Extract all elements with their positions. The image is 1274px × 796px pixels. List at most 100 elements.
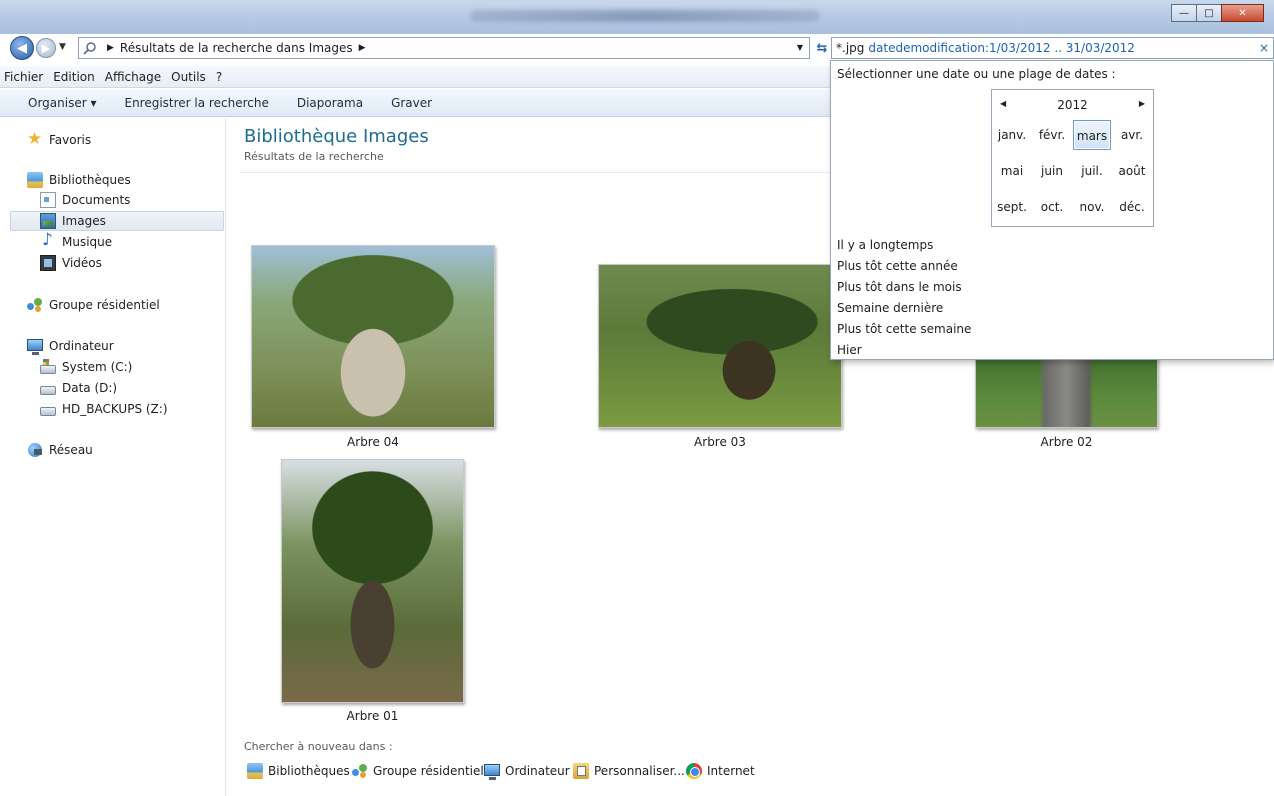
popup-title: Sélectionner une date ou une plage de da… <box>837 67 1116 81</box>
system-drive-icon <box>40 359 56 374</box>
image-caption[interactable]: Arbre 02 <box>975 435 1158 449</box>
recent-pages-dropdown[interactable]: ▼ <box>59 42 66 52</box>
film-icon <box>40 255 56 271</box>
month-sep[interactable]: sept. <box>993 192 1031 222</box>
window-title-bar: — □ ✕ <box>0 0 1274 34</box>
nav-drive-c[interactable]: System (C:) <box>40 357 132 377</box>
custom-folder-icon <box>573 763 589 779</box>
header-divider <box>240 172 830 173</box>
month-oct[interactable]: oct. <box>1033 192 1071 222</box>
month-aug[interactable]: août <box>1113 156 1151 186</box>
image-thumbnail-arbre-02[interactable] <box>975 350 1158 428</box>
nav-videos[interactable]: Vidéos <box>40 253 102 273</box>
nav-music[interactable]: Musique <box>40 230 113 252</box>
nav-computer[interactable]: Ordinateur <box>27 336 114 356</box>
nav-label: Musique <box>62 235 113 249</box>
nav-drive-d[interactable]: Data (D:) <box>40 378 117 398</box>
image-caption[interactable]: Arbre 03 <box>598 435 842 449</box>
chrome-icon <box>686 763 702 779</box>
close-button[interactable]: ✕ <box>1221 4 1264 22</box>
pictures-icon <box>40 213 56 229</box>
nav-label: Ordinateur <box>49 339 114 353</box>
image-caption[interactable]: Arbre 01 <box>281 709 464 723</box>
month-apr[interactable]: avr. <box>1113 120 1151 150</box>
breadcrumb-search-results[interactable]: Résultats de la recherche dans Images <box>120 41 353 55</box>
maximize-button[interactable]: □ <box>1196 4 1222 22</box>
image-thumbnail-arbre-04[interactable] <box>251 245 495 428</box>
nav-label: Groupe résidentiel <box>49 298 160 312</box>
search-again-internet[interactable]: Internet <box>686 762 755 780</box>
preset-yesterday[interactable]: Hier <box>837 343 862 357</box>
document-icon <box>40 192 56 208</box>
image-thumbnail-arbre-03[interactable] <box>598 264 842 428</box>
address-bar[interactable]: ▶ Résultats de la recherche dans Images … <box>78 37 810 59</box>
menu-help[interactable]: ? <box>216 70 222 84</box>
menu-tools[interactable]: Outils <box>171 70 206 84</box>
forward-button[interactable]: ▶ <box>36 38 56 58</box>
search-date-filter: datedemodification:1/03/2012 .. 31/03/20… <box>868 41 1135 55</box>
clear-search-icon[interactable]: × <box>1259 41 1269 55</box>
organize-button[interactable]: Organiser ▾ <box>28 96 96 110</box>
nav-documents[interactable]: Documents <box>40 190 130 210</box>
library-title: Bibliothèque Images <box>244 126 429 147</box>
homegroup-icon <box>27 297 43 313</box>
search-again-label-text: Internet <box>707 764 755 778</box>
nav-label: Bibliothèques <box>49 173 131 187</box>
library-subtitle: Résultats de la recherche <box>244 150 384 163</box>
star-icon <box>27 129 43 149</box>
search-location-icon <box>83 41 97 55</box>
search-again-libraries[interactable]: Bibliothèques <box>247 762 350 780</box>
minimize-button[interactable]: — <box>1171 4 1197 22</box>
preset-earlier-this-week[interactable]: Plus tôt cette semaine <box>837 322 971 336</box>
nav-label: Vidéos <box>62 256 102 270</box>
network-icon <box>27 442 43 458</box>
back-button[interactable]: ◀ <box>10 36 34 60</box>
homegroup-icon <box>352 763 368 779</box>
search-input[interactable]: *.jpg datedemodification:1/03/2012 .. 31… <box>831 37 1274 59</box>
search-again-label-text: Groupe résidentiel <box>373 764 484 778</box>
search-again-label-text: Bibliothèques <box>268 764 350 778</box>
search-again-homegroup[interactable]: Groupe résidentiel <box>352 762 484 780</box>
month-dec[interactable]: déc. <box>1113 192 1151 222</box>
month-may[interactable]: mai <box>993 156 1031 186</box>
month-jan[interactable]: janv. <box>993 120 1031 150</box>
burn-button[interactable]: Graver <box>391 96 432 110</box>
nav-libraries[interactable]: Bibliothèques <box>27 170 131 190</box>
computer-icon <box>27 339 43 355</box>
preset-last-week[interactable]: Semaine dernière <box>837 301 943 315</box>
save-search-button[interactable]: Enregistrer la recherche <box>124 96 268 110</box>
image-thumbnail-arbre-01[interactable] <box>281 459 464 703</box>
nav-homegroup[interactable]: Groupe résidentiel <box>27 295 160 315</box>
nav-favorites[interactable]: Favoris <box>27 129 91 150</box>
nav-label: Images <box>62 214 106 228</box>
hard-drive-icon <box>40 385 56 395</box>
refresh-button[interactable]: ⇆ <box>812 38 832 58</box>
month-jun[interactable]: juin <box>1033 156 1071 186</box>
nav-drive-z[interactable]: HD_BACKUPS (Z:) <box>40 399 168 419</box>
menu-file[interactable]: Fichier <box>4 70 43 84</box>
blurred-window-title <box>470 10 820 22</box>
month-feb[interactable]: févr. <box>1033 120 1071 150</box>
breadcrumb-chevron-icon[interactable]: ▶ <box>359 43 366 53</box>
breadcrumb-chevron-icon[interactable]: ▶ <box>107 43 114 53</box>
search-again-customize[interactable]: Personnaliser... <box>573 762 685 780</box>
preset-earlier-this-year[interactable]: Plus tôt cette année <box>837 259 958 273</box>
nav-images[interactable]: Images <box>10 211 224 231</box>
preset-earlier-this-month[interactable]: Plus tôt dans le mois <box>837 280 962 294</box>
image-caption[interactable]: Arbre 04 <box>251 435 495 449</box>
next-year-icon[interactable]: ▶ <box>1139 99 1145 108</box>
window-controls: — □ ✕ <box>1171 4 1264 22</box>
computer-icon <box>484 764 500 780</box>
preset-long-ago[interactable]: Il y a longtemps <box>837 238 933 252</box>
month-nov[interactable]: nov. <box>1073 192 1111 222</box>
search-again-label: Chercher à nouveau dans : <box>244 740 393 753</box>
month-mar-selected[interactable]: mars <box>1073 120 1111 150</box>
calendar-year[interactable]: 2012 <box>992 98 1153 112</box>
menu-edit[interactable]: Edition <box>53 70 95 84</box>
address-dropdown-icon[interactable]: ▼ <box>797 43 803 52</box>
slideshow-button[interactable]: Diaporama <box>297 96 363 110</box>
menu-view[interactable]: Affichage <box>105 70 161 84</box>
search-again-computer[interactable]: Ordinateur <box>484 762 570 780</box>
nav-network[interactable]: Réseau <box>27 440 93 460</box>
month-jul[interactable]: juil. <box>1073 156 1111 186</box>
